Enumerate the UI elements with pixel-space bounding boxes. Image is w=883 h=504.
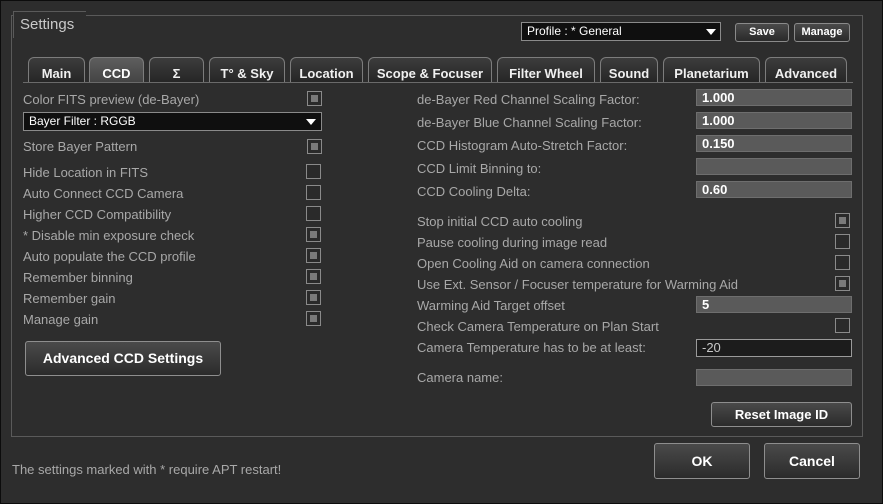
camera-name-label: Camera name: bbox=[417, 370, 503, 385]
remember-binning-checkbox[interactable] bbox=[306, 269, 321, 284]
settings-window: Settings Profile : * General Save Manage… bbox=[0, 0, 883, 504]
tab-ccd[interactable]: CCD bbox=[89, 57, 144, 82]
profile-select-value: Profile : * General bbox=[527, 24, 622, 38]
tab-divider bbox=[23, 82, 853, 83]
auto-populate-checkbox[interactable] bbox=[306, 248, 321, 263]
warming-offset-field[interactable]: 5 bbox=[696, 296, 852, 313]
pause-cooling-label: Pause cooling during image read bbox=[417, 235, 608, 250]
save-button[interactable]: Save bbox=[735, 23, 789, 42]
tab-filter-wheel[interactable]: Filter Wheel bbox=[497, 57, 595, 82]
check-temp-label: Check Camera Temperature on Plan Start bbox=[417, 319, 659, 334]
autostretch-field[interactable]: 0.150 bbox=[696, 135, 852, 152]
open-cooling-aid-checkbox[interactable] bbox=[835, 255, 850, 270]
window-title: Settings bbox=[13, 11, 87, 38]
restart-note: The settings marked with * require APT r… bbox=[12, 462, 282, 477]
open-cooling-aid-label: Open Cooling Aid on camera connection bbox=[417, 256, 650, 271]
remember-binning-label: Remember binning bbox=[23, 270, 133, 285]
pause-cooling-checkbox[interactable] bbox=[835, 234, 850, 249]
debayer-red-field[interactable]: 1.000 bbox=[696, 89, 852, 106]
cooling-delta-label: CCD Cooling Delta: bbox=[417, 184, 531, 199]
ext-sensor-label: Use Ext. Sensor / Focuser temperature fo… bbox=[417, 277, 739, 292]
hide-location-checkbox[interactable] bbox=[306, 164, 321, 179]
reset-image-id-button[interactable]: Reset Image ID bbox=[711, 402, 852, 427]
cooling-delta-field[interactable]: 0.60 bbox=[696, 181, 852, 198]
auto-populate-label: Auto populate the CCD profile bbox=[23, 249, 196, 264]
bayer-filter-select[interactable]: Bayer Filter : RGGB bbox=[23, 112, 322, 131]
advanced-ccd-settings-button[interactable]: Advanced CCD Settings bbox=[25, 341, 221, 376]
limit-binning-field[interactable] bbox=[696, 158, 852, 175]
tab-location[interactable]: Location bbox=[290, 57, 363, 82]
warming-offset-label: Warming Aid Target offset bbox=[417, 298, 565, 313]
auto-connect-label: Auto Connect CCD Camera bbox=[23, 186, 184, 201]
tab-temperature-sky[interactable]: T° & Sky bbox=[209, 57, 285, 82]
color-fits-preview-label: Color FITS preview (de-Bayer) bbox=[23, 92, 200, 107]
chevron-down-icon bbox=[706, 29, 716, 35]
min-temp-label: Camera Temperature has to be at least: bbox=[417, 340, 646, 355]
manage-gain-checkbox[interactable] bbox=[306, 311, 321, 326]
min-temp-field[interactable]: -20 bbox=[696, 339, 852, 357]
debayer-blue-label: de-Bayer Blue Channel Scaling Factor: bbox=[417, 115, 642, 130]
tab-advanced[interactable]: Advanced bbox=[765, 57, 847, 82]
ext-sensor-checkbox[interactable] bbox=[835, 276, 850, 291]
stop-auto-cooling-checkbox[interactable] bbox=[835, 213, 850, 228]
color-fits-preview-checkbox[interactable] bbox=[307, 91, 322, 106]
cancel-button[interactable]: Cancel bbox=[764, 443, 860, 479]
remember-gain-label: Remember gain bbox=[23, 291, 116, 306]
profile-select[interactable]: Profile : * General bbox=[521, 22, 721, 41]
store-bayer-label: Store Bayer Pattern bbox=[23, 139, 138, 154]
disable-min-exposure-label: * Disable min exposure check bbox=[23, 228, 195, 243]
hide-location-label: Hide Location in FITS bbox=[23, 165, 149, 180]
debayer-red-label: de-Bayer Red Channel Scaling Factor: bbox=[417, 92, 640, 107]
tab-planetarium[interactable]: Planetarium bbox=[663, 57, 760, 82]
tab-sound[interactable]: Sound bbox=[600, 57, 658, 82]
ok-button[interactable]: OK bbox=[654, 443, 750, 479]
limit-binning-label: CCD Limit Binning to: bbox=[417, 161, 542, 176]
manage-gain-label: Manage gain bbox=[23, 312, 99, 327]
check-temp-checkbox[interactable] bbox=[835, 318, 850, 333]
remember-gain-checkbox[interactable] bbox=[306, 290, 321, 305]
auto-connect-checkbox[interactable] bbox=[306, 185, 321, 200]
bayer-filter-value: Bayer Filter : RGGB bbox=[29, 114, 136, 128]
higher-compat-label: Higher CCD Compatibility bbox=[23, 207, 172, 222]
tab-scope-focuser[interactable]: Scope & Focuser bbox=[368, 57, 492, 82]
chevron-down-icon bbox=[306, 119, 316, 125]
disable-min-exposure-checkbox[interactable] bbox=[306, 227, 321, 242]
autostretch-label: CCD Histogram Auto-Stretch Factor: bbox=[417, 138, 628, 153]
store-bayer-checkbox[interactable] bbox=[307, 139, 322, 154]
higher-compat-checkbox[interactable] bbox=[306, 206, 321, 221]
camera-name-field[interactable] bbox=[696, 369, 852, 386]
manage-button[interactable]: Manage bbox=[794, 23, 850, 42]
stop-auto-cooling-label: Stop initial CCD auto cooling bbox=[417, 214, 583, 229]
debayer-blue-field[interactable]: 1.000 bbox=[696, 112, 852, 129]
tab-sigma[interactable]: Σ bbox=[149, 57, 204, 82]
tab-main[interactable]: Main bbox=[28, 57, 85, 82]
